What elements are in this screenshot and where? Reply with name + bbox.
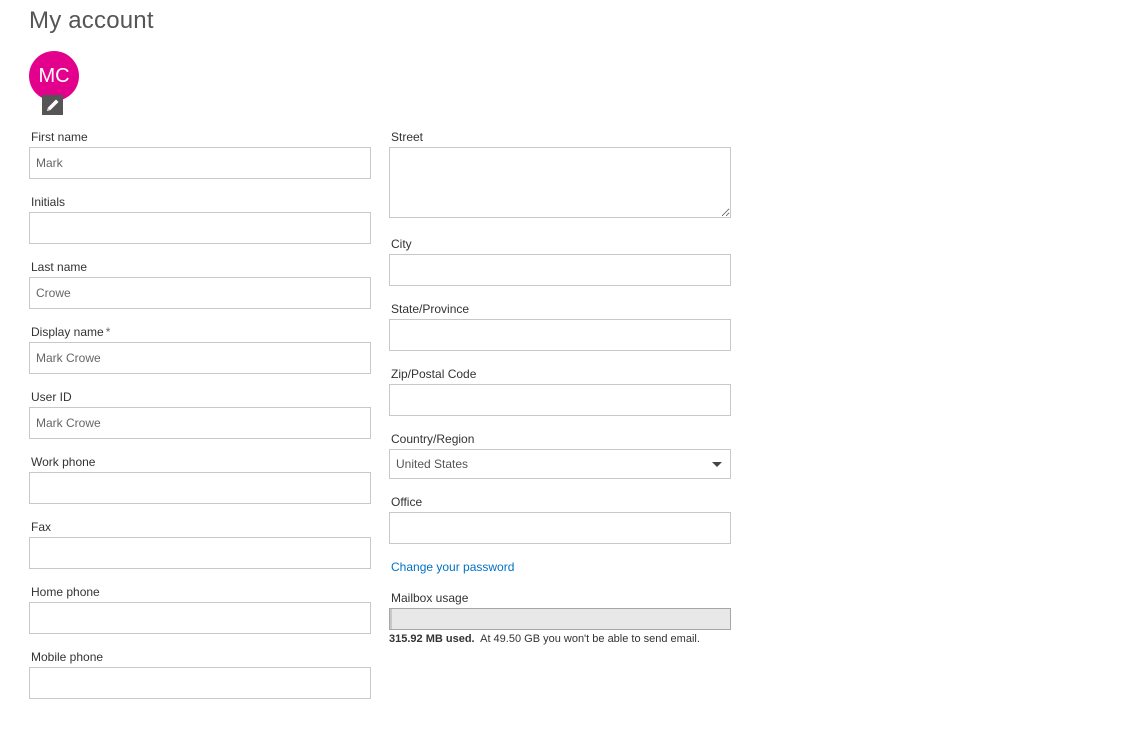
fax-input[interactable] [29, 537, 371, 569]
last-name-field: Last name [29, 260, 371, 325]
country-label: Country/Region [391, 432, 475, 446]
address-column: Street City State/Province Zip/Postal Co… [389, 130, 731, 645]
country-select[interactable]: United States [389, 449, 731, 479]
first-name-field: First name [29, 130, 371, 195]
pencil-icon [46, 99, 58, 111]
mailbox-usage-bar [389, 608, 731, 630]
edit-photo-button[interactable] [42, 95, 63, 115]
country-field: Country/Region United States [389, 432, 731, 495]
display-name-input[interactable] [29, 342, 371, 374]
mobile-phone-field: Mobile phone [29, 650, 371, 715]
fax-field: Fax [29, 520, 371, 585]
display-name-label-row: Display name * [31, 325, 371, 342]
zip-label: Zip/Postal Code [391, 367, 477, 381]
first-name-label: First name [31, 130, 88, 144]
state-input[interactable] [389, 319, 731, 351]
city-field: City [389, 237, 731, 302]
work-phone-field: Work phone [29, 455, 371, 520]
required-marker: * [105, 325, 111, 339]
my-account-page: My account MC First name Initials Last n… [0, 0, 1141, 731]
initials-field: Initials [29, 195, 371, 260]
mailbox-limit-note: At 49.50 GB you won't be able to send em… [480, 633, 700, 645]
avatar: MC [29, 51, 79, 101]
mobile-phone-input[interactable] [29, 667, 371, 699]
work-phone-input[interactable] [29, 472, 371, 504]
street-label: Street [391, 130, 424, 144]
first-name-input[interactable] [29, 147, 371, 179]
personal-info-column: First name Initials Last name Display na… [29, 130, 371, 715]
user-id-label: User ID [31, 390, 72, 404]
street-input[interactable] [389, 147, 731, 218]
mobile-phone-label: Mobile phone [31, 650, 104, 664]
zip-field: Zip/Postal Code [389, 367, 731, 432]
office-input[interactable] [389, 512, 731, 544]
home-phone-input[interactable] [29, 602, 371, 634]
user-id-field: User ID [29, 390, 371, 455]
last-name-input[interactable] [29, 277, 371, 309]
country-selected-value: United States [396, 457, 469, 471]
mailbox-usage-text: 315.92 MB used. At 49.50 GB you won't be… [389, 633, 731, 645]
zip-input[interactable] [389, 384, 731, 416]
user-id-input[interactable] [29, 407, 371, 439]
city-input[interactable] [389, 254, 731, 286]
state-field: State/Province [389, 302, 731, 367]
office-field: Office [389, 495, 731, 560]
city-label: City [391, 237, 412, 251]
mailbox-usage-fill [390, 609, 393, 629]
street-field: Street [389, 130, 731, 237]
page-title: My account [29, 7, 154, 34]
mailbox-used-amount: 315.92 MB used. [389, 633, 475, 645]
display-name-field: Display name * [29, 325, 371, 390]
state-label: State/Province [391, 302, 470, 316]
home-phone-field: Home phone [29, 585, 371, 650]
fax-label: Fax [31, 520, 52, 534]
home-phone-label: Home phone [31, 585, 100, 599]
last-name-label: Last name [31, 260, 88, 274]
work-phone-label: Work phone [31, 455, 96, 469]
mailbox-usage-label: Mailbox usage [391, 591, 469, 605]
mailbox-usage-section: Mailbox usage 315.92 MB used. At 49.50 G… [389, 591, 731, 645]
office-label: Office [391, 495, 423, 509]
change-password-link[interactable]: Change your password [391, 560, 731, 591]
display-name-label: Display name [31, 325, 104, 339]
chevron-down-icon [712, 462, 722, 467]
initials-label: Initials [31, 195, 66, 209]
initials-input[interactable] [29, 212, 371, 244]
